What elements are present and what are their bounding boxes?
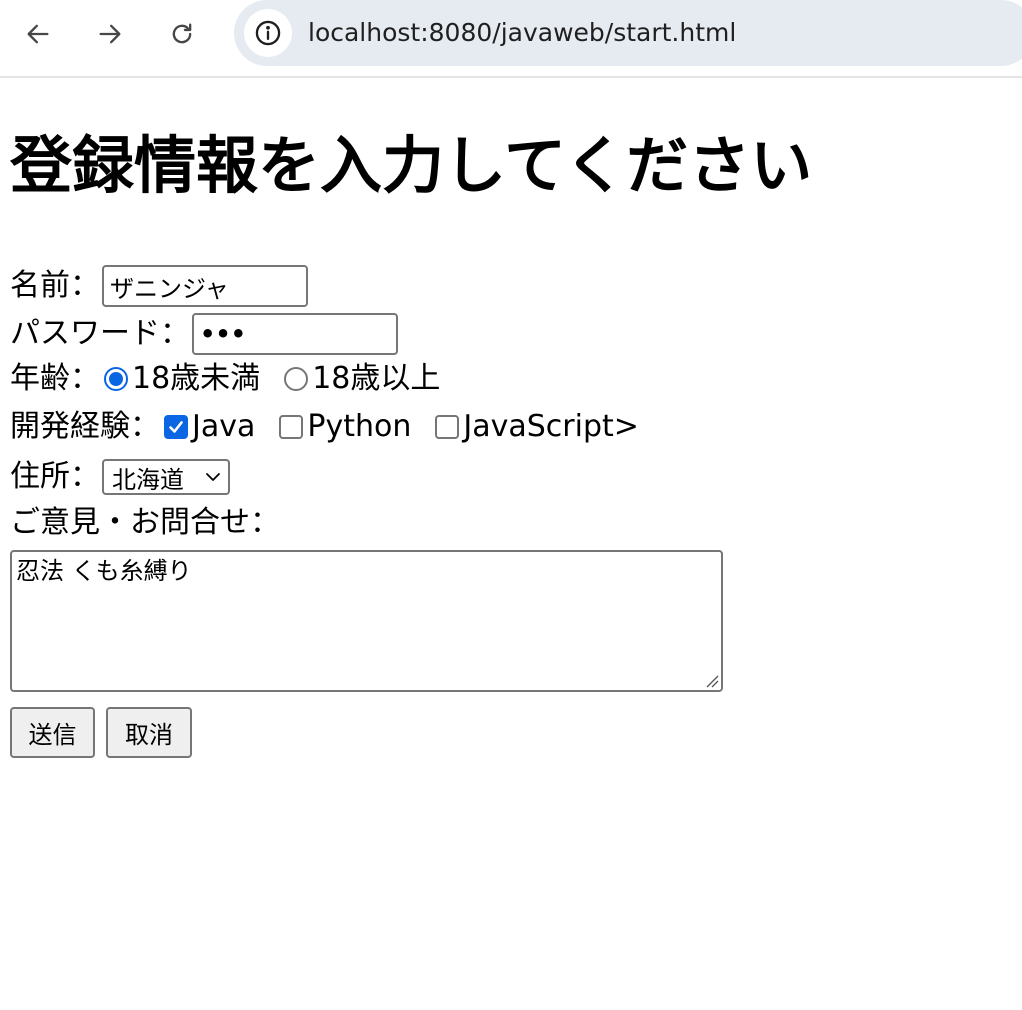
browser-toolbar: localhost:8080/javaweb/start.html (0, 0, 1022, 78)
reload-icon (172, 23, 192, 44)
age-under18-label[interactable]: 18歳未満 (132, 359, 260, 399)
java-label[interactable]: Java (192, 407, 255, 447)
checkmark-icon (169, 421, 183, 433)
javascript-label[interactable]: JavaScript> (463, 407, 639, 447)
cancel-button[interactable]: 取消 (106, 707, 192, 758)
info-circle-icon (255, 20, 281, 46)
page-title: 登録情報を入力してください (10, 129, 813, 202)
age-row: 年齢： 18歳未満 18歳以上 (10, 357, 460, 401)
address-select[interactable]: 北海道 (102, 459, 230, 495)
comment-textarea[interactable]: 忍法 くも糸縛り (10, 550, 723, 692)
password-row: パスワード： (10, 312, 398, 356)
age-over18-label[interactable]: 18歳以上 (312, 359, 440, 399)
address-label: 住所： (10, 459, 100, 494)
comment-label: ご意見・お問合せ： (10, 505, 280, 540)
forward-button[interactable] (88, 12, 132, 56)
submit-button[interactable]: 送信 (10, 707, 95, 758)
java-checkbox[interactable] (164, 415, 188, 439)
age-under18-radio[interactable] (104, 367, 128, 391)
password-label: パスワード： (10, 316, 190, 351)
javascript-checkbox[interactable] (435, 415, 460, 439)
arrow-right-icon (99, 24, 121, 44)
arrow-left-icon (27, 24, 49, 44)
dev-experience-row: 開発経験： Java Python JavaScript> (10, 405, 659, 449)
comment-text: 忍法 くも糸縛り (16, 557, 192, 585)
chevron-down-icon (206, 473, 220, 481)
age-over18-radio[interactable] (284, 367, 309, 391)
age-label: 年齢： (10, 361, 100, 396)
reload-button[interactable] (160, 12, 204, 56)
address-bar[interactable]: localhost:8080/javaweb/start.html (234, 0, 1022, 66)
name-input[interactable] (102, 265, 308, 307)
name-row: 名前： (10, 264, 308, 308)
python-label[interactable]: Python (307, 407, 411, 447)
comment-row: ご意見・お問合せ： (10, 501, 280, 545)
resize-grip-icon[interactable] (703, 672, 719, 688)
dev-experience-label: 開発経験： (10, 409, 160, 444)
url-text[interactable]: localhost:8080/javaweb/start.html (308, 16, 736, 50)
python-checkbox[interactable] (279, 415, 304, 439)
address-row: 住所： 北海道 (10, 455, 230, 499)
name-label: 名前： (10, 268, 100, 303)
site-info-button[interactable] (244, 9, 292, 57)
address-select-value: 北海道 (112, 465, 184, 494)
password-input[interactable] (192, 313, 398, 355)
back-button[interactable] (16, 12, 60, 56)
